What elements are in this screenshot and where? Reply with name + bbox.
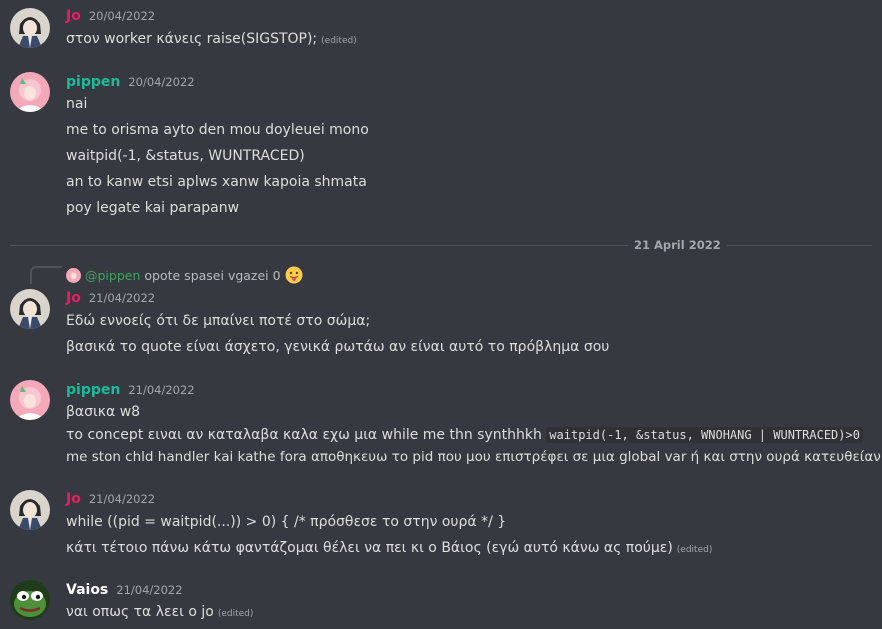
timestamp: 21/04/2022 xyxy=(88,291,156,305)
inline-code: waitpid(-1, &status, WNOHANG | WUNTRACED… xyxy=(546,427,863,443)
message-line: nai xyxy=(66,96,88,112)
message-line: το concept ειναι αν καταλαβα καλα εχω μι… xyxy=(66,426,863,444)
message-line: waitpid(-1, &status, WUNTRACED) xyxy=(66,148,305,164)
message-line: while ((pid = waitpid(...)) > 0) { /* πρ… xyxy=(66,514,507,530)
frog-avatar-icon[interactable] xyxy=(10,580,50,620)
timestamp: 20/04/2022 xyxy=(88,9,156,23)
author-name[interactable]: Vaios 21/04/2022 xyxy=(66,582,183,598)
reply-mention[interactable]: @pippen xyxy=(85,268,140,283)
reply-preview[interactable]: @pippen opote spasei vgazei 0 xyxy=(66,266,303,284)
pippen-avatar-icon[interactable] xyxy=(10,380,50,420)
edited-label: (edited) xyxy=(676,545,713,555)
message-line: βασικά το quote είναι άσχετο, γενικά ρωτ… xyxy=(66,339,610,355)
message-line: στον worker κάνεις raise(SIGSTOP); (edite… xyxy=(66,30,357,50)
chat-messages: Jo 20/04/2022 στον worker κάνεις raise(SI… xyxy=(0,0,882,629)
author-name[interactable]: pippen 21/04/2022 xyxy=(66,382,195,398)
timestamp: 20/04/2022 xyxy=(128,75,195,89)
timestamp: 21/04/2022 xyxy=(88,492,156,506)
tongue-out-emoji-icon xyxy=(285,266,303,284)
author-name[interactable]: Jo 20/04/2022 xyxy=(66,8,155,24)
author-label[interactable]: Jo xyxy=(66,290,81,306)
pippen-mini-avatar-icon xyxy=(66,267,81,283)
author-label[interactable]: Vaios xyxy=(66,582,108,598)
reply-connector xyxy=(30,266,62,284)
jo-avatar-icon[interactable] xyxy=(10,289,50,329)
author-label[interactable]: pippen xyxy=(66,382,120,398)
message-line: Εδώ εννοείς ότι δε μπαίνει ποτέ στο σώμα… xyxy=(66,313,371,329)
timestamp: 21/04/2022 xyxy=(128,383,195,397)
message-line: ναι οπως τα λεει ο jo (edited) xyxy=(66,603,253,623)
timestamp: 21/04/2022 xyxy=(116,583,183,597)
pippen-avatar-icon[interactable] xyxy=(10,72,50,112)
jo-avatar-icon[interactable] xyxy=(10,490,50,530)
author-label[interactable]: Jo xyxy=(66,491,81,507)
message-line: me to orisma ayto den mou doyleuei mono xyxy=(66,122,369,138)
date-divider-label: 21 April 2022 xyxy=(628,238,727,252)
date-divider xyxy=(10,245,872,246)
author-label[interactable]: Jo xyxy=(66,8,81,24)
message-line: me ston chld handler kai kathe fora αποθ… xyxy=(66,449,881,465)
message-text: ναι οπως τα λεει ο jo xyxy=(66,604,214,620)
author-label[interactable]: pippen xyxy=(66,74,120,90)
message-text: κάτι τέτοιο πάνω κάτω φαντάζομαι θέλει ν… xyxy=(66,540,673,556)
reply-text[interactable]: opote spasei vgazei 0 xyxy=(144,268,280,283)
author-name[interactable]: pippen 20/04/2022 xyxy=(66,74,195,90)
message-line: an to kanw etsi aplws xanw kapoia shmata xyxy=(66,174,367,190)
message-text: το concept ειναι αν καταλαβα καλα εχω μι… xyxy=(66,427,542,443)
author-name[interactable]: Jo 21/04/2022 xyxy=(66,290,155,306)
jo-avatar-icon[interactable] xyxy=(10,8,50,48)
message-line: κάτι τέτοιο πάνω κάτω φαντάζομαι θέλει ν… xyxy=(66,539,712,559)
author-name[interactable]: Jo 21/04/2022 xyxy=(66,491,155,507)
edited-label: (edited) xyxy=(217,609,254,619)
message-line: βασικα w8 xyxy=(66,404,141,420)
message-line: poy legate kai parapanw xyxy=(66,200,240,216)
message-text: στον worker κάνεις raise(SIGSTOP); xyxy=(66,31,318,47)
edited-label: (edited) xyxy=(321,36,357,46)
